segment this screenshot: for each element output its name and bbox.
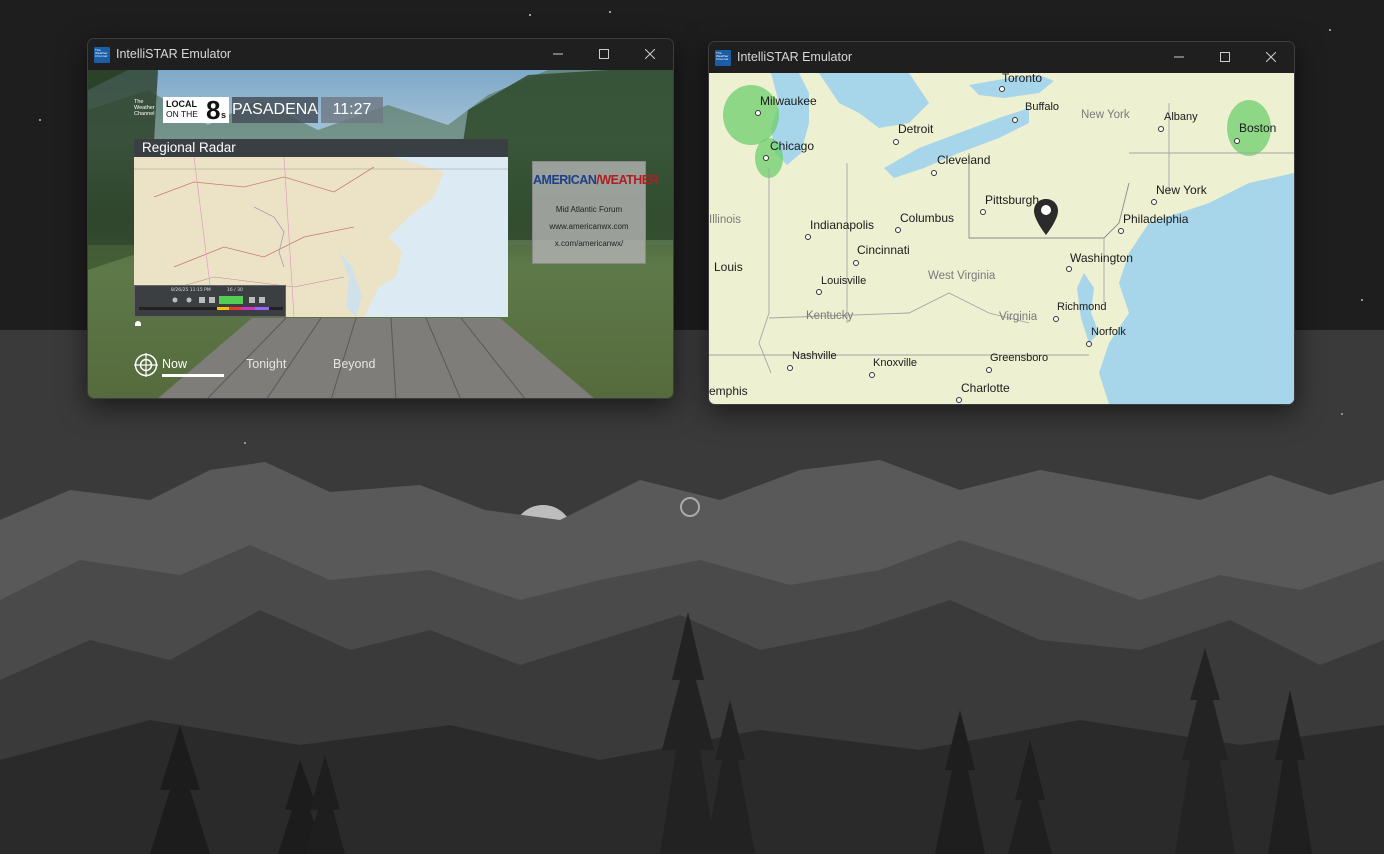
weather-channel-logo: The Weather Channel [134,99,155,117]
close-icon [645,49,655,59]
sponsor-ad[interactable]: AMERICAN/WEATHER Mid Atlantic Forum www.… [532,161,659,264]
city-label: Knoxville [873,357,918,369]
city-marker [1151,199,1157,205]
city-label: Detroit [898,122,934,136]
regional-radar-panel: Regional Radar 8/26/25 11:15 PM 16 / 30 [134,139,508,317]
city-marker [869,372,875,378]
location-name: PASADENA [232,97,318,123]
maximize-icon [1220,52,1230,62]
city-label: Columbus [900,211,955,225]
city-marker [1234,138,1240,144]
radar-frame-counter: 16 / 30 [227,288,243,293]
american-weather-logo: AMERICAN/WEATHER [533,173,659,187]
minimize-icon [553,53,563,55]
city-label: Philadelphia [1123,212,1189,226]
city-marker [805,234,811,240]
weather-channel-icon: The Weather Channel [94,47,110,63]
weather-map[interactable]: New York Illinois West Virginia Kentucky… [709,73,1294,404]
city-marker [1012,117,1018,123]
tab-beyond[interactable]: Beyond [333,357,375,371]
maximize-icon [599,49,609,59]
close-button[interactable] [627,39,673,70]
radar-playback-controls[interactable]: 8/26/25 11:15 PM 16 / 30 [134,285,286,317]
active-tab-indicator [162,374,224,377]
city-label: Cincinnati [857,243,910,257]
weather-screen: The Weather Channel LOCAL ON THE 8 s PAS… [88,70,673,398]
sponsor-line-2: www.americanwx.com [549,222,629,231]
city-label: Nashville [792,350,837,362]
close-icon [1266,52,1276,62]
desktop: The Weather Channel IntelliSTAR Emulator [0,0,1384,854]
city-marker [931,170,937,176]
close-button[interactable] [1248,42,1294,73]
radar-timestamp: 8/26/25 11:15 PM [171,288,211,293]
window-title: IntelliSTAR Emulator [737,50,853,64]
city-label: Louisville [821,275,867,287]
city-marker [895,227,901,233]
city-label: Pittsburgh [985,193,1040,207]
maximize-button[interactable] [1202,42,1248,73]
radar-target-icon [134,353,158,377]
title-bar[interactable]: The Weather Channel IntelliSTAR Emulator [88,39,673,70]
city-marker [1066,266,1072,272]
city-label: Washington [1070,251,1133,265]
city-label: Louis [714,260,743,274]
city-marker [1158,126,1164,132]
local-on-the-8s-logo: LOCAL ON THE 8 s [163,95,229,125]
tab-now[interactable]: Now [162,357,187,371]
tab-tonight[interactable]: Tonight [246,357,286,371]
intellistar-window-2[interactable]: The Weather Channel IntelliSTAR Emulator [708,41,1295,405]
city-label: Norfolk [1091,326,1126,338]
city-marker [853,260,859,266]
city-marker [755,110,761,116]
city-label: Indianapolis [810,218,875,232]
city-label: Greensboro [990,352,1049,364]
region-label: Illinois [709,214,741,226]
window-title: IntelliSTAR Emulator [116,47,232,61]
panel-title: Regional Radar [134,139,508,157]
region-label: West Virginia [928,270,996,282]
city-label: Milwaukee [760,94,817,108]
city-marker [763,155,769,161]
city-label: Charlotte [961,381,1010,395]
city-label: Albany [1164,111,1198,123]
city-marker [956,397,962,403]
sponsor-line-3: x.com/americanwx/ [554,239,624,248]
city-marker [1118,228,1124,234]
minimize-icon [1174,56,1184,58]
region-label: Virginia [999,311,1038,323]
region-label: Kentucky [806,310,854,322]
radar-indicator [135,321,141,326]
weather-channel-icon: The Weather Channel [715,50,731,66]
clock-time: 11:27 [321,97,383,123]
city-label: Chicago [770,139,815,153]
region-label: New York [1081,109,1130,121]
location-pin-icon[interactable] [1033,198,1059,236]
city-marker [980,209,986,215]
city-label: emphis [709,384,748,398]
city-label: Toronto [1002,73,1043,85]
minimize-button[interactable] [1156,42,1202,73]
city-label: Buffalo [1025,101,1060,113]
wooden-deck-graphic [158,318,594,398]
intellistar-window-1[interactable]: The Weather Channel IntelliSTAR Emulator [87,38,674,399]
city-marker [787,365,793,371]
minimize-button[interactable] [535,39,581,70]
city-marker [816,289,822,295]
title-bar[interactable]: The Weather Channel IntelliSTAR Emulator [709,42,1294,73]
maximize-button[interactable] [581,39,627,70]
sponsor-line-1: Mid Atlantic Forum [555,205,623,214]
city-label: Boston [1239,121,1277,135]
city-marker [1086,341,1092,347]
city-marker [999,86,1005,92]
radar-map: 8/26/25 11:15 PM 16 / 30 [134,157,508,317]
city-label: Cleveland [937,153,991,167]
city-marker [986,367,992,373]
playback-buttons[interactable] [139,295,283,316]
city-label: Richmond [1057,301,1107,313]
city-marker [1053,316,1059,322]
city-marker [893,139,899,145]
city-label: New York [1156,183,1207,197]
